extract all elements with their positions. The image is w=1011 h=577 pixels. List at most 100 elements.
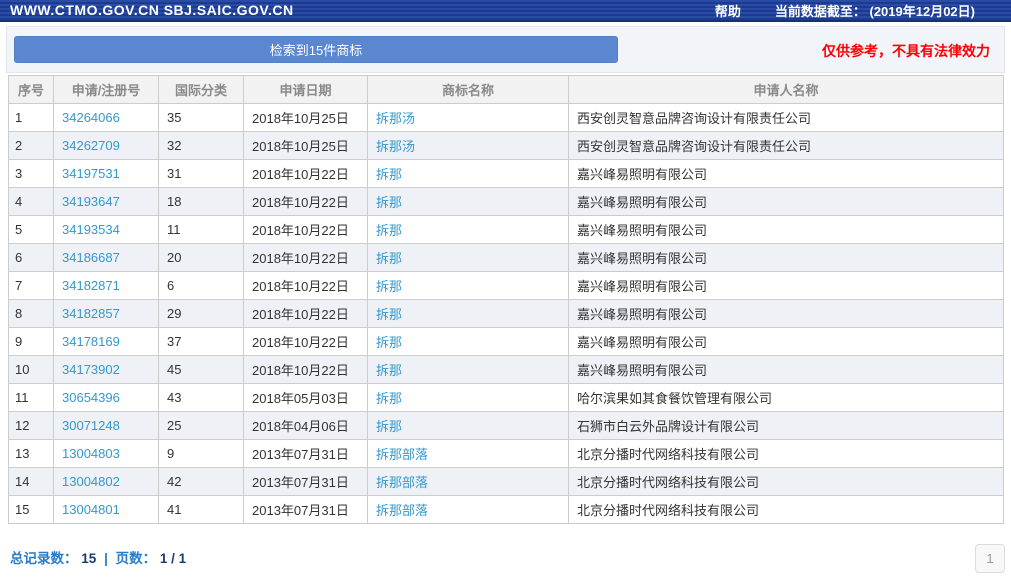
application-number-link[interactable]: 34197531 (62, 166, 120, 181)
header-trademark-name: 商标名称 (368, 76, 569, 104)
applicant-name: 石狮市白云外品牌设计有限公司 (569, 412, 1004, 440)
trademark-name-link[interactable]: 拆那 (376, 167, 402, 182)
application-number-link[interactable]: 34264066 (62, 110, 120, 125)
trademark-name-link-cell: 拆那 (368, 216, 569, 244)
application-number-link[interactable]: 34173902 (62, 362, 120, 377)
table-row: 1034173902452018年10月22日拆那嘉兴峰易照明有限公司 (9, 356, 1004, 384)
table-body: 134264066352018年10月25日拆那汤西安创灵智意品牌咨询设计有限责… (9, 104, 1004, 524)
row-index: 10 (9, 356, 54, 384)
pages-value: 1 / 1 (160, 551, 186, 566)
trademark-name-link-cell: 拆那部落 (368, 468, 569, 496)
application-number-link[interactable]: 13004802 (62, 474, 120, 489)
table-row: 1513004801412013年07月31日拆那部落北京分播时代网络科技有限公… (9, 496, 1004, 524)
row-index: 4 (9, 188, 54, 216)
table-row: 7 34182871 62018年10月22日拆那 嘉兴峰易照明有限公司 (9, 272, 1004, 300)
application-number-link-cell: 34193647 (54, 188, 159, 216)
application-number-link-cell: 34193534 (54, 216, 159, 244)
intl-class: 6 (159, 272, 244, 300)
trademark-name-link-cell: 拆那 (368, 272, 569, 300)
trademark-name-link[interactable]: 拆那 (376, 223, 402, 238)
table-row: 634186687202018年10月22日拆那嘉兴峰易照明有限公司 (9, 244, 1004, 272)
trademark-name-link-cell: 拆那 (368, 384, 569, 412)
data-cutoff-label: 当前数据截至： (2019年12月02日) (775, 1, 975, 20)
row-index: 7 (9, 272, 54, 300)
applicant-name: 北京分播时代网络科技有限公司 (569, 440, 1004, 468)
trademark-name-link[interactable]: 拆那 (376, 419, 402, 434)
applicant-name: 嘉兴峰易照明有限公司 (569, 188, 1004, 216)
help-link[interactable]: 帮助 (715, 1, 741, 20)
trademark-name-link-cell: 拆那部落 (368, 496, 569, 524)
table-header-row: 序号 申请/注册号 国际分类 申请日期 商标名称 申请人名称 (9, 76, 1004, 104)
trademark-name-link-cell: 拆那 (368, 328, 569, 356)
application-number-link[interactable]: 34182857 (62, 306, 120, 321)
trademark-name-link[interactable]: 拆那 (376, 195, 402, 210)
trademark-name-link[interactable]: 拆那汤 (376, 139, 415, 154)
applicant-name: 嘉兴峰易照明有限公司 (569, 356, 1004, 384)
intl-class: 37 (159, 328, 244, 356)
application-date: 2018年10月22日 (244, 272, 368, 300)
application-number-link-cell: 30071248 (54, 412, 159, 440)
trademark-name-link[interactable]: 拆那 (376, 363, 402, 378)
trademark-name-link-cell: 拆那 (368, 412, 569, 440)
applicant-name: 西安创灵智意品牌咨询设计有限责任公司 (569, 104, 1004, 132)
application-date: 2013年07月31日 (244, 440, 368, 468)
application-number-link[interactable]: 34193534 (62, 222, 120, 237)
row-index: 15 (9, 496, 54, 524)
application-date: 2018年10月25日 (244, 132, 368, 160)
applicant-name: 嘉兴峰易照明有限公司 (569, 244, 1004, 272)
legal-notice: 仅供参考，不具有法律效力 (822, 41, 990, 61)
trademark-name-link-cell: 拆那部落 (368, 440, 569, 468)
row-index: 5 (9, 216, 54, 244)
application-number-link[interactable]: 34178169 (62, 334, 120, 349)
trademark-name-link[interactable]: 拆那 (376, 251, 402, 266)
result-count-button[interactable]: 检索到15件商标 (14, 36, 618, 63)
application-date: 2018年10月22日 (244, 216, 368, 244)
page-1-button[interactable]: 1 (975, 544, 1005, 573)
trademark-name-link[interactable]: 拆那部落 (376, 475, 428, 490)
table-row: 434193647182018年10月22日拆那嘉兴峰易照明有限公司 (9, 188, 1004, 216)
table-row: 1130654396432018年05月03日拆那哈尔滨果如其食餐饮管理有限公司 (9, 384, 1004, 412)
table-row: 534193534112018年10月22日拆那嘉兴峰易照明有限公司 (9, 216, 1004, 244)
row-index: 12 (9, 412, 54, 440)
application-number-link[interactable]: 34262709 (62, 138, 120, 153)
application-number-link[interactable]: 34193647 (62, 194, 120, 209)
application-number-link-cell: 13004802 (54, 468, 159, 496)
intl-class: 31 (159, 160, 244, 188)
application-number-link[interactable]: 30654396 (62, 390, 120, 405)
application-number-link[interactable]: 34186687 (62, 250, 120, 265)
application-number-link[interactable]: 30071248 (62, 418, 120, 433)
trademark-name-link[interactable]: 拆那 (376, 335, 402, 350)
trademark-name-link[interactable]: 拆那部落 (376, 503, 428, 518)
pages-label: 页数： (116, 551, 157, 566)
header-application-date: 申请日期 (244, 76, 368, 104)
row-index: 13 (9, 440, 54, 468)
application-number-link-cell: 34197531 (54, 160, 159, 188)
application-number-link-cell: 34262709 (54, 132, 159, 160)
applicant-name: 嘉兴峰易照明有限公司 (569, 272, 1004, 300)
application-date: 2013年07月31日 (244, 468, 368, 496)
table-row: 1230071248252018年04月06日拆那石狮市白云外品牌设计有限公司 (9, 412, 1004, 440)
application-date: 2018年10月22日 (244, 300, 368, 328)
application-number-link-cell: 34264066 (54, 104, 159, 132)
application-number-link[interactable]: 34182871 (62, 278, 120, 293)
application-number-link-cell: 34178169 (54, 328, 159, 356)
table-row: 334197531312018年10月22日拆那嘉兴峰易照明有限公司 (9, 160, 1004, 188)
application-number-link[interactable]: 13004801 (62, 502, 120, 517)
row-index: 8 (9, 300, 54, 328)
application-number-link[interactable]: 13004803 (62, 446, 120, 461)
applicant-name: 嘉兴峰易照明有限公司 (569, 216, 1004, 244)
row-index: 6 (9, 244, 54, 272)
header-application-number: 申请/注册号 (54, 76, 159, 104)
trademark-name-link-cell: 拆那 (368, 244, 569, 272)
table-row: 234262709322018年10月25日拆那汤西安创灵智意品牌咨询设计有限责… (9, 132, 1004, 160)
applicant-name: 西安创灵智意品牌咨询设计有限责任公司 (569, 132, 1004, 160)
trademark-name-link[interactable]: 拆那 (376, 307, 402, 322)
trademark-name-link[interactable]: 拆那汤 (376, 111, 415, 126)
intl-class: 32 (159, 132, 244, 160)
trademark-name-link[interactable]: 拆那部落 (376, 447, 428, 462)
site-brand: WWW.CTMO.GOV.CN SBJ.SAIC.GOV.CN (10, 2, 294, 18)
intl-class: 18 (159, 188, 244, 216)
trademark-name-link[interactable]: 拆那 (376, 279, 402, 294)
trademark-name-link[interactable]: 拆那 (376, 391, 402, 406)
applicant-name: 哈尔滨果如其食餐饮管理有限公司 (569, 384, 1004, 412)
